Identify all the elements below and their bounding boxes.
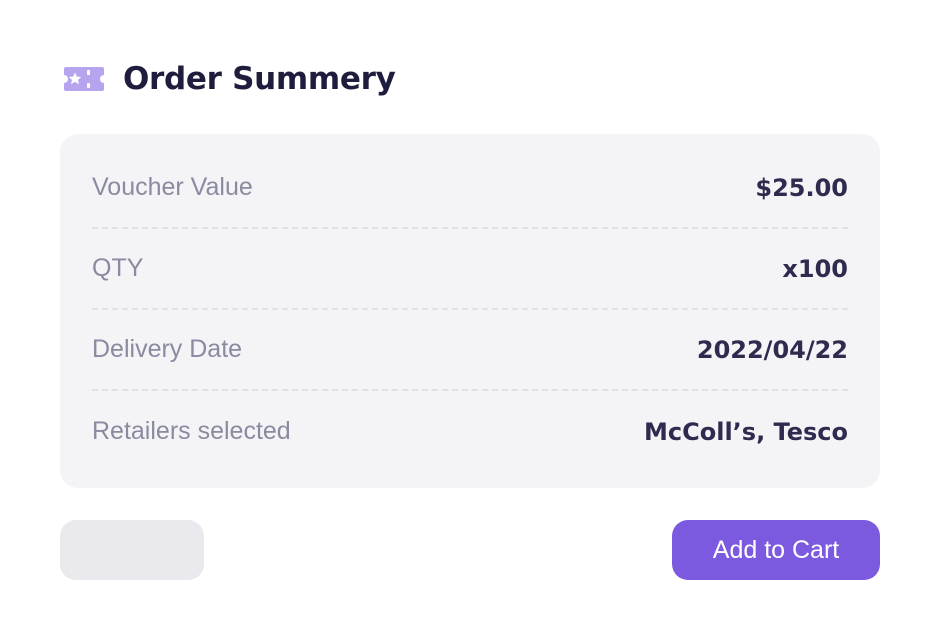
summary-label: Retailers selected — [92, 417, 291, 445]
summary-row-qty: QTY x100 — [92, 229, 848, 310]
summary-row-voucher-value: Voucher Value $25.00 — [92, 148, 848, 229]
summary-value: x100 — [782, 254, 848, 283]
summary-value: 2022/04/22 — [696, 335, 848, 364]
summary-row-delivery-date: Delivery Date 2022/04/22 — [92, 310, 848, 391]
order-summary-header: Order Summery — [63, 58, 396, 100]
summary-label: QTY — [92, 254, 144, 282]
ticket-star-icon — [64, 67, 104, 91]
add-to-cart-button[interactable]: Add to Cart — [672, 520, 880, 580]
summary-row-retailers: Retailers selected McColl’s, Tesco — [92, 391, 848, 472]
summary-label: Voucher Value — [92, 173, 253, 201]
page-title: Order Summery — [123, 61, 396, 97]
summary-value: $25.00 — [755, 173, 848, 202]
summary-value: McColl’s, Tesco — [644, 417, 848, 446]
summary-label: Delivery Date — [92, 335, 243, 363]
order-summary-card: Voucher Value $25.00 QTY x100 Delivery D… — [60, 134, 880, 488]
secondary-button[interactable] — [60, 520, 204, 580]
